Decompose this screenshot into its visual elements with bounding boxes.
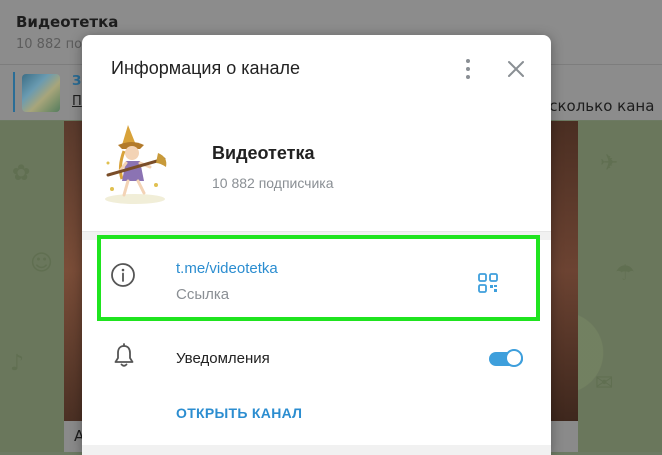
channel-link-caption: Ссылка [176, 286, 230, 303]
channel-link-row[interactable] [97, 235, 540, 321]
doodle-icon: ☺ [30, 251, 53, 276]
open-channel-button[interactable]: ОТКРЫТЬ КАНАЛ [176, 405, 302, 421]
subscriber-count: 10 882 подписчика [212, 175, 334, 191]
close-icon[interactable] [504, 57, 528, 81]
toggle-knob [505, 349, 523, 367]
doodle-icon: ✿ [12, 161, 31, 186]
chat-title[interactable]: Видеотетка [16, 13, 118, 31]
doodle-icon: ✈ [600, 151, 619, 176]
channel-avatar[interactable] [100, 123, 170, 207]
channel-name: Видеотетка [212, 143, 315, 163]
doodle-icon: ♪ [10, 351, 25, 376]
qr-code-icon[interactable] [477, 272, 499, 294]
notifications-toggle[interactable] [489, 348, 525, 370]
kebab-menu-icon[interactable] [459, 57, 477, 81]
section-divider [82, 445, 551, 455]
doodle-icon: ☂ [615, 261, 635, 286]
pinned-indicator [13, 72, 15, 112]
pinned-thumbnail [22, 74, 60, 112]
chat-photo[interactable] [548, 121, 578, 421]
channel-link[interactable]: t.me/videotetka [176, 260, 278, 277]
channel-info-dialog: Информация о канале Видеотетка 10 882 по… [82, 35, 551, 455]
message-bubble[interactable] [548, 421, 578, 452]
pinned-message-text: есколько кана [540, 97, 655, 115]
doodle-icon: ✉ [595, 371, 614, 396]
pinned-text: П [72, 94, 82, 109]
dialog-title: Информация о канале [111, 58, 300, 78]
info-icon [110, 262, 136, 288]
notifications-label: Уведомления [176, 350, 270, 367]
bell-icon [112, 343, 136, 369]
pinned-title: З [72, 74, 82, 89]
